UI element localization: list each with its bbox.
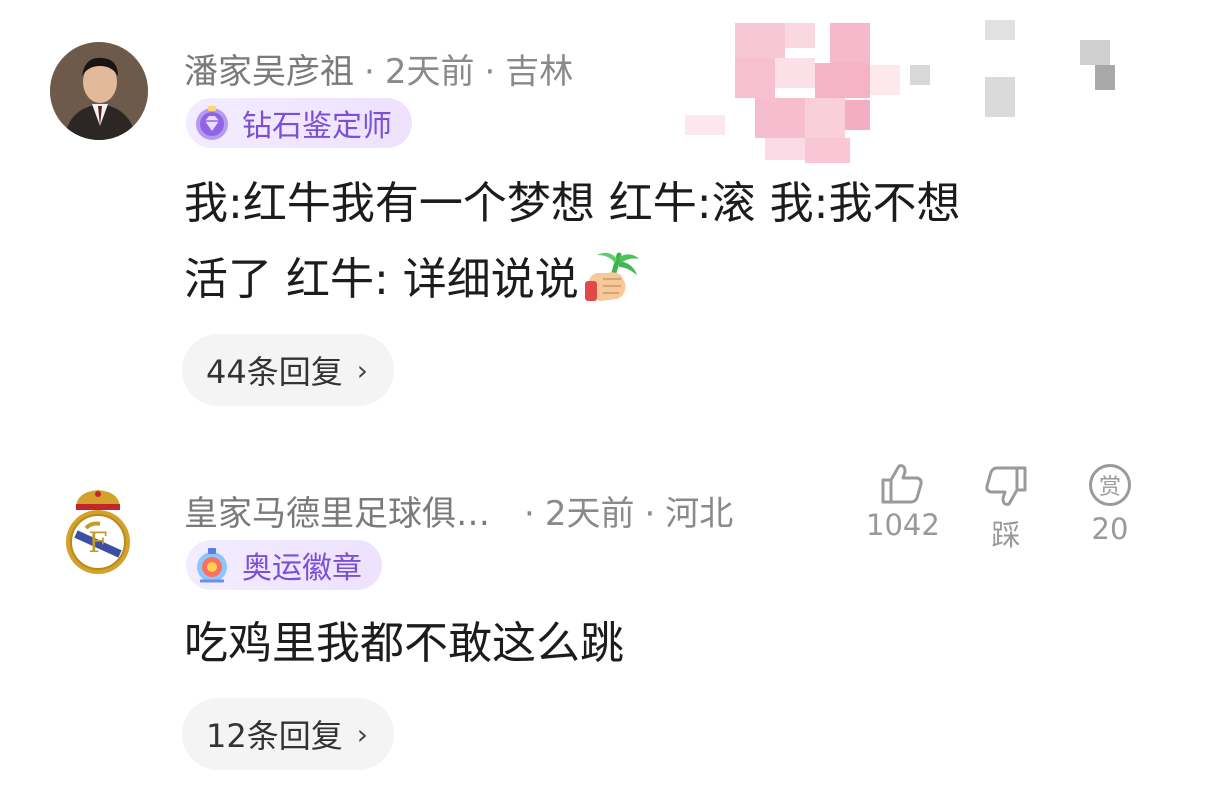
reward-icon: 赏 <box>1089 464 1131 506</box>
chevron-right-icon: › <box>356 717 368 751</box>
user-badge[interactable]: 奥运徽章 <box>186 540 382 590</box>
view-replies-button[interactable]: 12条回复 › <box>182 698 394 770</box>
comment-item: 潘家吴彦祖 · 2天前 · 吉林 钻石鉴定师 我:红牛我有一个梦想 红牛:滚 我:我不想… <box>0 0 1206 420</box>
badge-label: 奥运徽章 <box>242 551 362 586</box>
username[interactable]: 皇家马德里足球俱… <box>184 494 490 534</box>
comment-text-line: 吃鸡里我都不敢这么跳 <box>184 618 624 669</box>
like-button[interactable]: 1042 <box>866 460 940 542</box>
thumbs-up-icon <box>881 464 923 504</box>
comment-meta: 潘家吴彦祖 · 2天前 · 吉林 <box>184 44 573 93</box>
timestamp: 2天前 <box>384 52 475 92</box>
sugarcane-thumbs-up-emoji-icon <box>584 252 639 301</box>
separator: · <box>524 494 535 534</box>
comment-meta: 皇家马德里足球俱… · 2天前 · 河北 <box>184 486 733 535</box>
comment-text-line: 活了 红牛: 详细说说 <box>184 242 960 318</box>
dislike-button[interactable]: 踩 <box>976 464 1036 554</box>
thumbs-down-icon <box>985 466 1027 506</box>
comment-text: 吃鸡里我都不敢这么跳 <box>184 606 624 682</box>
separator: · <box>364 52 375 92</box>
reward-button[interactable]: 赏 20 <box>1080 464 1140 546</box>
avatar[interactable]: F <box>62 486 134 578</box>
separator: · <box>644 494 656 534</box>
chevron-right-icon: › <box>356 353 368 387</box>
avatar[interactable] <box>50 42 148 140</box>
location: 吉林 <box>505 52 574 92</box>
real-madrid-crest-icon: F <box>66 490 130 574</box>
username[interactable]: 潘家吴彦祖 <box>184 52 354 92</box>
reward-count: 20 <box>1091 512 1129 546</box>
user-badge[interactable]: 钻石鉴定师 <box>186 98 412 148</box>
comment-text: 我:红牛我有一个梦想 红牛:滚 我:我不想 活了 红牛: 详细说说 <box>184 166 960 318</box>
like-count: 1042 <box>866 508 940 542</box>
separator: · <box>484 52 496 92</box>
location: 河北 <box>665 494 734 534</box>
timestamp: 2天前 <box>544 494 635 534</box>
dislike-label: 踩 <box>991 518 1021 552</box>
diamond-badge-icon <box>196 106 228 140</box>
replies-count: 44条回复 <box>206 353 343 391</box>
badge-label: 钻石鉴定师 <box>242 109 392 144</box>
view-replies-button[interactable]: 44条回复 › <box>182 334 394 406</box>
svg-text:F: F <box>88 526 107 559</box>
olympic-badge-icon <box>197 548 227 583</box>
comment-text-line: 我:红牛我有一个梦想 红牛:滚 我:我不想 <box>184 178 961 229</box>
comment-item: F 皇家马德里足球俱… · 2天前 · 河北 奥运徽章 吃鸡里我都不敢这么跳 12条回复… <box>0 420 1206 803</box>
replies-count: 12条回复 <box>206 717 343 755</box>
